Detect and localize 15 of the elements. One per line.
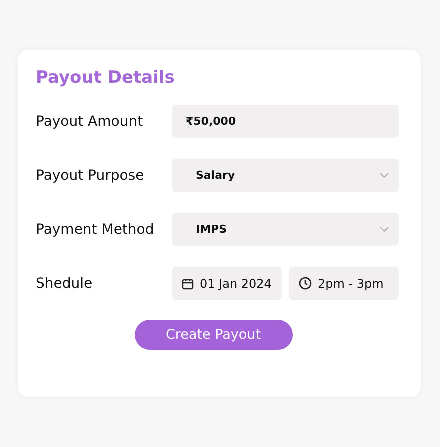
card-title: Payout Details: [36, 67, 176, 90]
chevron-down-icon: [380, 173, 389, 178]
calendar-icon: [182, 278, 194, 290]
clock-icon: [299, 277, 312, 290]
time-field[interactable]: 2pm - 3pm: [289, 267, 399, 300]
date-field[interactable]: 01 Jan 2024: [172, 267, 282, 300]
chevron-down-icon: [380, 227, 389, 232]
create-payout-button[interactable]: Create Payout: [134, 320, 292, 350]
select-field[interactable]: IMPS: [172, 213, 399, 246]
field-label: Shedule: [36, 276, 94, 292]
field-label: Payment Method: [36, 222, 156, 238]
amount-field[interactable]: ₹50,000: [172, 105, 399, 138]
select-field[interactable]: Salary: [172, 159, 399, 192]
field-label: Payout Amount: [36, 114, 144, 130]
field-label: Payout Purpose: [36, 168, 146, 184]
